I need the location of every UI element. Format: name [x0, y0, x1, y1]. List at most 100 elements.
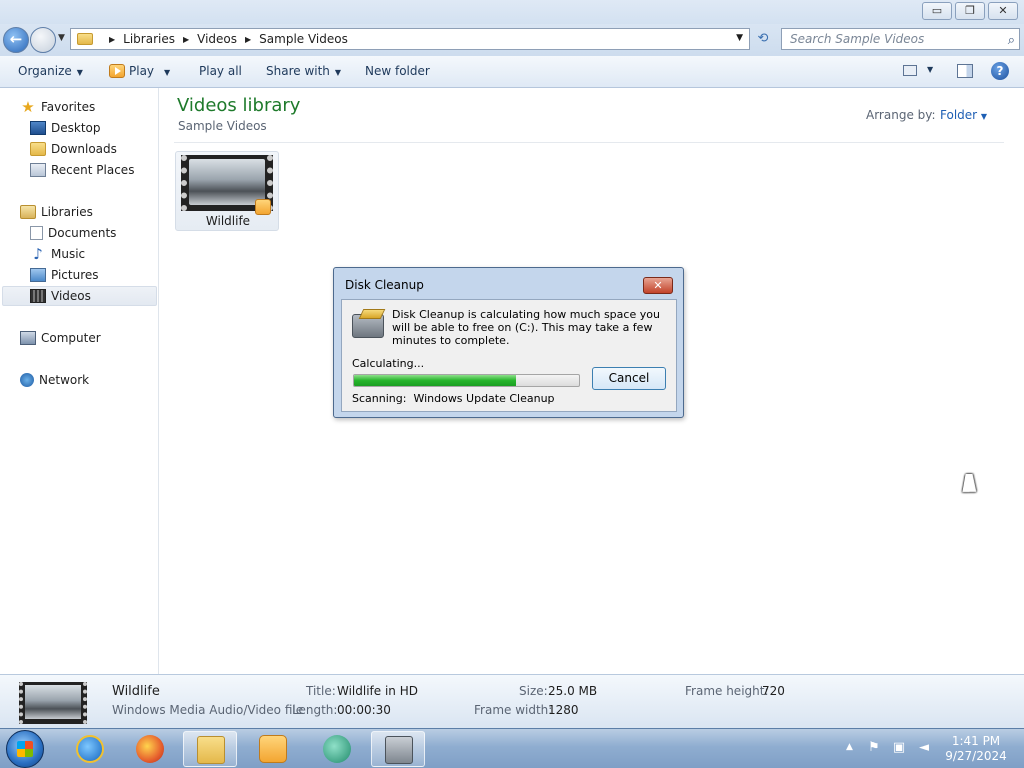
- nav-music-label: Music: [51, 247, 86, 261]
- breadcrumb-libraries[interactable]: Libraries: [123, 32, 175, 46]
- search-input[interactable]: Search Sample Videos ⌕: [781, 28, 1020, 50]
- details-length-label: Length:: [292, 703, 338, 717]
- taskbar-internet-explorer[interactable]: [63, 731, 117, 767]
- scanning-item: Windows Update Cleanup: [413, 392, 555, 405]
- action-center-flag-icon[interactable]: ⚑: [866, 740, 882, 756]
- play-icon: [109, 64, 125, 78]
- play-all-button[interactable]: Play all: [199, 64, 242, 78]
- close-window-button[interactable]: ✕: [988, 2, 1018, 20]
- nav-desktop[interactable]: Desktop: [30, 118, 101, 138]
- preview-pane-icon[interactable]: [957, 64, 973, 78]
- recent-pages-dropdown[interactable]: ▼: [58, 33, 65, 43]
- disk-cleanup-dialog[interactable]: Disk Cleanup ✕ Disk Cleanup is calculati…: [333, 267, 684, 418]
- taskbar-windows-media-center[interactable]: [310, 731, 364, 767]
- breadcrumb-sample-videos[interactable]: Sample Videos: [259, 32, 348, 46]
- media-player-badge-icon: [255, 199, 271, 215]
- chevron-right-icon[interactable]: ▶: [109, 35, 115, 44]
- clock-date: 9/27/2024: [945, 749, 1007, 763]
- dialog-close-button[interactable]: ✕: [643, 277, 673, 294]
- nav-computer[interactable]: Computer: [20, 328, 101, 348]
- taskbar-windows-media-player[interactable]: [246, 731, 300, 767]
- chevron-down-icon: ▼: [334, 68, 342, 77]
- nav-recent-places[interactable]: Recent Places: [30, 160, 134, 180]
- taskbar-windows-explorer[interactable]: [183, 731, 237, 767]
- header-divider: [174, 142, 1004, 143]
- share-with-label: Share with: [266, 64, 330, 78]
- system-clock[interactable]: 1:41 PM 9/27/2024: [941, 734, 1011, 764]
- taskbar: ▲ ⚑ ▣ ◄ 1:41 PM 9/27/2024: [0, 728, 1024, 768]
- nav-libraries[interactable]: Libraries: [20, 202, 93, 222]
- chevron-right-icon[interactable]: ▶: [183, 35, 189, 44]
- back-button[interactable]: ←: [3, 27, 29, 53]
- documents-icon: [30, 226, 43, 240]
- nav-music[interactable]: ♪ Music: [30, 244, 85, 264]
- progress-bar: [353, 374, 580, 387]
- arrange-by-dropdown[interactable]: Folder ▼: [940, 108, 987, 122]
- library-subtitle: Sample Videos: [178, 119, 267, 133]
- play-label: Play: [129, 64, 155, 78]
- chevron-down-icon: ▼: [76, 68, 83, 77]
- downloads-folder-icon: [30, 142, 46, 156]
- nav-computer-label: Computer: [41, 331, 101, 345]
- nav-recent-places-label: Recent Places: [51, 163, 135, 177]
- refresh-button[interactable]: ⟲: [752, 30, 774, 50]
- taskbar-firefox[interactable]: [123, 731, 177, 767]
- windows-explorer-icon: [197, 736, 225, 764]
- change-view-icon[interactable]: [903, 65, 917, 76]
- nav-network[interactable]: Network: [20, 370, 89, 390]
- details-length-value: 00:00:30: [337, 703, 391, 717]
- play-button[interactable]: Play ▼: [109, 64, 170, 78]
- nav-videos[interactable]: Videos: [2, 286, 157, 306]
- organize-button[interactable]: Organize ▼: [18, 64, 83, 78]
- minimize-button[interactable]: ▭: [922, 2, 952, 20]
- nav-pictures[interactable]: Pictures: [30, 265, 99, 285]
- details-frame-width-label: Frame width:: [474, 703, 553, 717]
- navigation-pane: ★ Favorites Desktop Downloads Recent Plac…: [0, 88, 159, 674]
- details-frame-height-label: Frame height:: [685, 684, 769, 698]
- computer-icon: [20, 331, 36, 345]
- video-frame-image: [189, 159, 265, 205]
- file-item[interactable]: Wildlife: [175, 151, 279, 231]
- show-hidden-icons-button[interactable]: ▲: [846, 742, 853, 752]
- nav-favorites[interactable]: ★ Favorites: [20, 97, 95, 117]
- cancel-button[interactable]: Cancel: [592, 367, 666, 390]
- chevron-right-icon[interactable]: ▶: [245, 35, 251, 44]
- network-tray-icon[interactable]: ▣: [891, 740, 907, 756]
- breadcrumb-videos[interactable]: Videos: [197, 32, 237, 46]
- forward-button[interactable]: [30, 27, 56, 53]
- dialog-body: Disk Cleanup is calculating how much spa…: [341, 299, 677, 412]
- search-icon[interactable]: ⌕: [1008, 31, 1015, 51]
- help-icon[interactable]: ?: [991, 62, 1009, 80]
- details-size-value: 25.0 MB: [548, 684, 598, 698]
- start-button[interactable]: [6, 730, 44, 768]
- details-title-value[interactable]: Wildlife in HD: [337, 684, 418, 698]
- chevron-down-icon[interactable]: ▼: [164, 68, 170, 77]
- chevron-down-icon[interactable]: ▼: [927, 65, 933, 74]
- restore-button[interactable]: ❐: [955, 2, 985, 20]
- volume-muted-icon[interactable]: ◄: [916, 740, 932, 756]
- details-title-label: Title:: [306, 684, 336, 698]
- dialog-title: Disk Cleanup: [345, 278, 424, 292]
- music-note-icon: ♪: [33, 245, 43, 263]
- organize-label: Organize: [18, 64, 72, 78]
- folder-icon: [77, 33, 93, 45]
- taskbar-disk-cleanup[interactable]: [371, 731, 425, 767]
- nav-documents[interactable]: Documents: [30, 223, 116, 243]
- disk-cleanup-icon: [352, 314, 384, 338]
- scanning-label: Scanning:: [352, 392, 407, 405]
- address-bar[interactable]: ▶ Libraries ▶ Videos ▶ Sample Videos ▼: [70, 28, 750, 50]
- window-title-bar[interactable]: ▭ ❐ ✕: [0, 0, 1024, 24]
- chevron-down-icon: ▼: [980, 112, 988, 121]
- details-pane: Wildlife Windows Media Audio/Video file …: [0, 674, 1024, 728]
- star-icon: ★: [21, 98, 35, 116]
- share-with-button[interactable]: Share with ▼: [266, 64, 341, 78]
- dialog-message: Disk Cleanup is calculating how much spa…: [392, 308, 660, 347]
- chevron-down-icon[interactable]: ▼: [736, 33, 743, 43]
- nav-downloads[interactable]: Downloads: [30, 139, 117, 159]
- new-folder-button[interactable]: New folder: [365, 64, 430, 78]
- search-placeholder: Search Sample Videos: [790, 32, 925, 46]
- film-strip-icon: [30, 289, 46, 303]
- pictures-icon: [30, 268, 46, 282]
- arrange-by-value: Folder: [940, 108, 978, 122]
- caption-buttons: ▭ ❐ ✕: [922, 2, 1018, 20]
